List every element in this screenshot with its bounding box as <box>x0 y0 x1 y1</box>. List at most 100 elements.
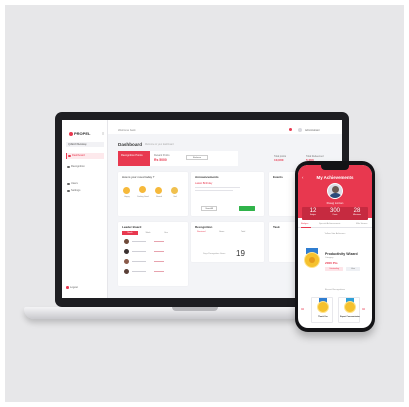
recognition-label: Thank You <box>318 316 328 318</box>
medal-icon <box>317 301 329 313</box>
announcement-text-line <box>195 190 233 192</box>
badge-center <box>309 257 315 263</box>
points-label: Reward Points <box>154 154 170 157</box>
row-score <box>154 270 164 272</box>
badge-subtitle: Category <box>325 257 334 259</box>
mood-card: How is your mood today ? Happy Feeling G… <box>118 172 188 216</box>
table-row <box>124 239 174 245</box>
recognition-points: 02 <box>362 307 366 311</box>
view-all-button[interactable]: View All <box>201 206 217 211</box>
normal-emoji-icon[interactable] <box>155 187 162 194</box>
laptop-notch <box>172 307 218 311</box>
leaderboard-title: Leader Board <box>122 225 142 229</box>
badge-title: Productivity Wizard <box>325 252 358 256</box>
award-icon <box>67 165 70 168</box>
trophy-badge-icon <box>303 248 321 268</box>
avatar-head <box>332 186 339 193</box>
app-logo: PROPEL <box>69 131 90 136</box>
logout-icon <box>66 286 69 289</box>
recognition-card-thank-you[interactable]: Thank You <box>311 297 333 323</box>
dashboard-icon <box>68 154 71 157</box>
mood-label: Feeling Good <box>137 196 149 198</box>
recognition-count-label: Days Recognition Given <box>203 253 226 255</box>
active-tab-indicator <box>301 226 311 228</box>
redeem-button[interactable]: Redeem <box>186 155 208 160</box>
phone-notch <box>321 165 349 170</box>
sidebar: PROPEL ≡ QUEAN Meldway Dashboard Recogni… <box>62 120 108 298</box>
row-score <box>154 250 164 252</box>
sad-emoji-icon[interactable] <box>171 187 178 194</box>
sidebar-item-settings[interactable]: Settings <box>66 188 104 194</box>
table-row <box>124 259 174 265</box>
bell-icon[interactable] <box>289 128 292 131</box>
recognition-card: Recognition Received Given Total <box>191 222 264 262</box>
stat-points: 300 Points <box>329 208 340 216</box>
stat-total-points: Total points 10,000 <box>274 155 287 162</box>
page-subtitle: Welcome to your dashboard <box>145 143 174 146</box>
avatar[interactable] <box>298 128 302 132</box>
recognition-banner: Recognition Points <box>118 151 150 166</box>
phone-screen: ‹ My Achievements Doug Linton 12 Badges 3… <box>298 165 372 328</box>
menu-icon[interactable]: ≡ <box>102 131 104 136</box>
avatar <box>327 183 343 199</box>
stat-milestones: 28 Milestones <box>352 208 362 216</box>
users-icon <box>67 182 70 185</box>
row-score <box>154 240 164 242</box>
avatar <box>124 259 129 264</box>
task-title: Task <box>273 225 280 229</box>
logout-button[interactable]: Logout <box>66 286 78 289</box>
recognition-tab-given[interactable]: Given <box>219 231 224 233</box>
recognition-count: 19 <box>236 249 245 258</box>
feeling-good-emoji-icon[interactable] <box>139 186 146 193</box>
recognition-title: Recognition <box>195 225 213 229</box>
leaderboard-tab-week[interactable]: Week <box>140 231 156 235</box>
badge-medal <box>304 252 320 268</box>
recognition-label: Expert Communicator <box>340 316 360 318</box>
profile-stats: 12 Badges 300 Points 28 Milestones <box>302 207 368 220</box>
announcements-card: Announcements Latest Birthday View All <box>191 172 264 216</box>
leaderboard-card: Leader Board Month Week Year <box>118 222 188 286</box>
leaderboard-tab-month[interactable]: Month <box>122 231 138 235</box>
events-title: Events <box>273 175 283 179</box>
leaderboard-tab-year[interactable]: Year <box>158 231 174 235</box>
row-name <box>132 270 146 272</box>
medal-icon <box>344 301 356 313</box>
table-row <box>124 269 174 275</box>
sidebar-item-users[interactable]: Users <box>66 181 104 187</box>
announcement-text-line <box>195 187 240 189</box>
tab-special-achievements[interactable]: Special Achievements <box>319 223 340 225</box>
points-value: Rs 5000 <box>154 158 167 162</box>
top-bar: Welcome back Administrator <box>108 120 342 134</box>
row-name <box>132 260 146 262</box>
outstanding-button[interactable]: Outstanding <box>325 267 343 271</box>
happy-emoji-icon[interactable] <box>123 187 130 194</box>
user-chip[interactable]: QUEAN Meldway <box>66 142 104 147</box>
sidebar-item-dashboard[interactable]: Dashboard <box>66 153 104 159</box>
row-score <box>154 260 164 262</box>
tab-mile-stones[interactable]: Mile Stones <box>356 223 367 225</box>
view-button[interactable]: View <box>346 267 360 271</box>
section-heading: Yellow Star Achievers <box>324 233 346 235</box>
announcements-title: Announcements <box>195 175 219 179</box>
sidebar-item-recognition[interactable]: Recognition <box>66 164 104 170</box>
gear-icon <box>67 189 70 192</box>
recognition-tab-total[interactable]: Total <box>241 231 245 233</box>
tab-badges[interactable]: Badges <box>301 223 308 225</box>
row-name <box>132 250 146 252</box>
announcement-heading: Latest Birthday <box>195 182 213 185</box>
mood-label: Happy <box>124 196 130 198</box>
welcome-text: Welcome back <box>118 129 136 132</box>
recognition-tab-received[interactable]: Received <box>197 231 205 233</box>
page-title: Dashboard <box>118 142 142 147</box>
avatar <box>124 269 129 274</box>
profile-name: Doug Linton <box>326 201 344 205</box>
recognition-card-expert-communicator[interactable]: Expert Communicator <box>338 297 360 323</box>
mood-title: How is your mood today ? <box>122 175 155 179</box>
page-title: My Achievements <box>316 175 354 180</box>
row-name <box>132 240 146 242</box>
stat-badges: 12 Badges <box>309 208 317 216</box>
section-heading: Recent Recognitions <box>324 289 346 291</box>
avatar <box>124 249 129 254</box>
badge-points: 2000 Pts <box>325 261 338 265</box>
confirm-button[interactable] <box>239 206 255 211</box>
